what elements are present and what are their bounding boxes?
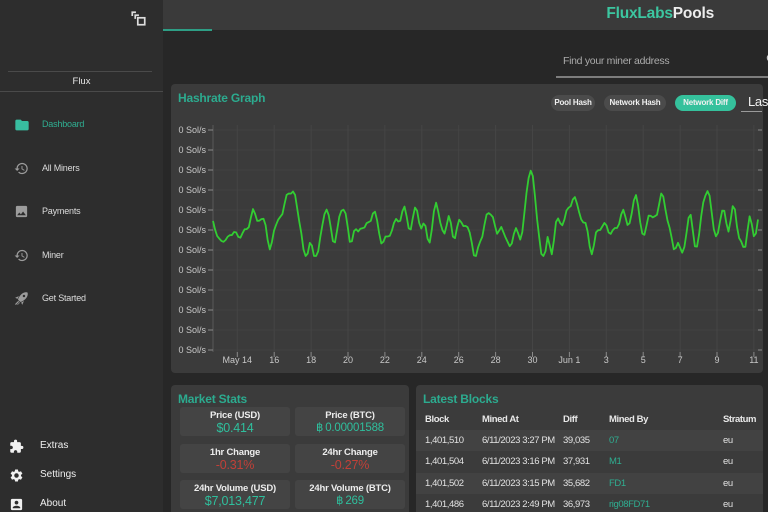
svg-text:7: 7: [678, 355, 683, 365]
svg-text:30: 30: [527, 355, 537, 365]
svg-text:0 Sol/s: 0 Sol/s: [178, 305, 206, 315]
svg-text:26: 26: [454, 355, 464, 365]
svg-text:3: 3: [604, 355, 609, 365]
svg-text:0 Sol/s: 0 Sol/s: [178, 165, 206, 175]
svg-text:0 Sol/s: 0 Sol/s: [178, 325, 206, 335]
svg-text:Jun 1: Jun 1: [558, 355, 580, 365]
svg-text:0 Sol/s: 0 Sol/s: [178, 265, 206, 275]
svg-text:24: 24: [417, 355, 427, 365]
svg-text:0 Sol/s: 0 Sol/s: [178, 225, 206, 235]
svg-text:May 14: May 14: [223, 355, 253, 365]
svg-text:9: 9: [714, 355, 719, 365]
svg-text:0 Sol/s: 0 Sol/s: [178, 125, 206, 135]
svg-text:5: 5: [641, 355, 646, 365]
svg-text:0 Sol/s: 0 Sol/s: [178, 145, 206, 155]
svg-text:11: 11: [749, 355, 758, 365]
svg-text:0 Sol/s: 0 Sol/s: [178, 245, 206, 255]
svg-text:20: 20: [343, 355, 353, 365]
svg-text:16: 16: [269, 355, 279, 365]
svg-text:0 Sol/s: 0 Sol/s: [178, 285, 206, 295]
svg-text:0 Sol/s: 0 Sol/s: [178, 185, 206, 195]
svg-text:0 Sol/s: 0 Sol/s: [178, 345, 206, 355]
svg-text:22: 22: [380, 355, 390, 365]
svg-text:28: 28: [491, 355, 501, 365]
svg-text:18: 18: [306, 355, 316, 365]
svg-text:0 Sol/s: 0 Sol/s: [178, 205, 206, 215]
